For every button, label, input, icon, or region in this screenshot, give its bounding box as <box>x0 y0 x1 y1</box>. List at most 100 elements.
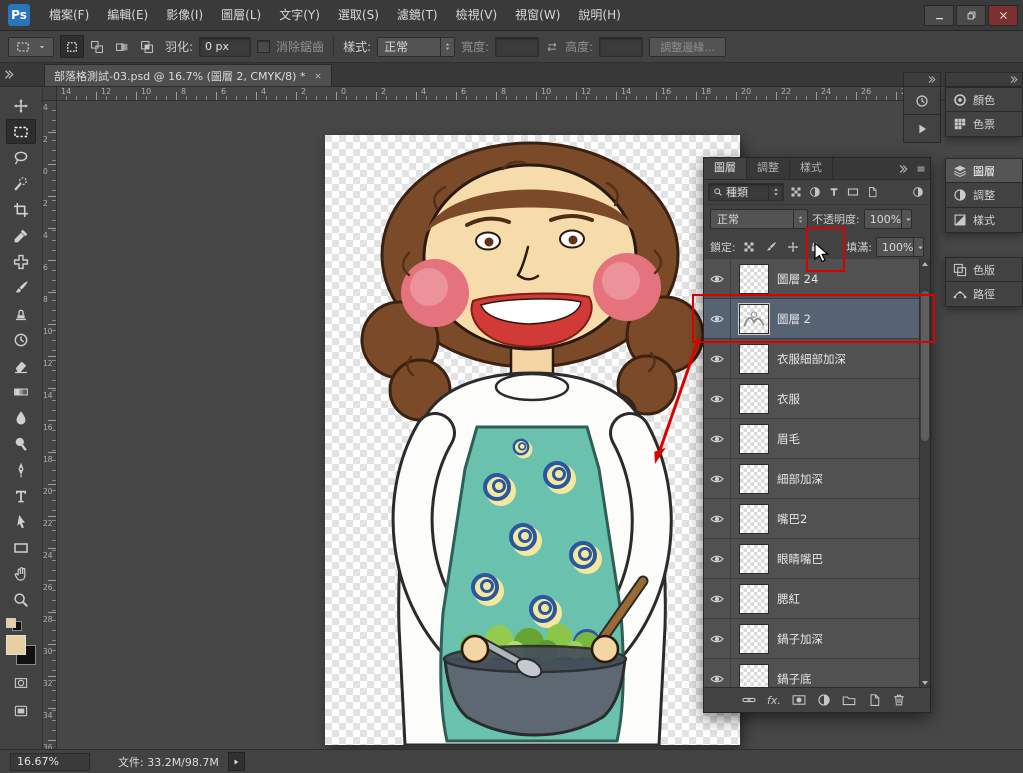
dock-button-swatches[interactable]: 色票 <box>945 112 1023 137</box>
menu-help[interactable]: 說明(H) <box>569 1 629 30</box>
scroll-up-icon[interactable] <box>920 259 930 269</box>
layer-visibility-eye-icon[interactable] <box>704 539 731 578</box>
new-layer-icon[interactable] <box>867 693 881 707</box>
layer-thumbnail[interactable] <box>739 264 769 294</box>
history-brush-tool[interactable] <box>6 327 36 352</box>
rectangular-marquee-tool[interactable] <box>6 119 36 144</box>
crop-tool[interactable] <box>6 197 36 222</box>
rectangle-tool[interactable] <box>6 535 36 560</box>
document-tab[interactable]: 部落格測試-03.psd @ 16.7% (圖層 2, CMYK/8) * <box>44 64 332 86</box>
document-canvas[interactable] <box>325 135 740 745</box>
layer-row[interactable]: 圖層 2 <box>704 299 930 339</box>
layer-visibility-eye-icon[interactable] <box>704 579 731 618</box>
screen-mode-button[interactable] <box>7 700 35 722</box>
layer-style-fx-button[interactable]: fx. <box>767 694 781 707</box>
dock-button-adjustments[interactable]: 調整 <box>945 183 1023 208</box>
menu-layer[interactable]: 圖層(L) <box>212 1 270 30</box>
layer-thumbnail[interactable] <box>739 424 769 454</box>
restore-button[interactable] <box>956 5 986 26</box>
type-layer-filter-icon[interactable] <box>825 184 842 201</box>
layer-mask-icon[interactable] <box>792 693 806 707</box>
layer-thumbnail[interactable] <box>739 584 769 614</box>
status-flyout-button[interactable] <box>228 752 245 771</box>
dodge-tool[interactable] <box>6 431 36 456</box>
layer-visibility-eye-icon[interactable] <box>704 619 731 658</box>
dock-collapse-header[interactable] <box>945 72 1023 87</box>
fill-dropdown[interactable]: 100% <box>876 237 924 257</box>
menu-type[interactable]: 文字(Y) <box>270 1 329 30</box>
layer-row[interactable]: 圖層 24 <box>704 259 930 299</box>
minimize-button[interactable] <box>924 5 954 26</box>
dock-button-styles[interactable]: 樣式 <box>945 208 1023 233</box>
lock-position-icon[interactable] <box>784 238 802 256</box>
antialias-checkbox[interactable] <box>257 40 270 53</box>
layer-row[interactable]: 細部加深 <box>704 459 930 499</box>
quick-selection-tool[interactable] <box>6 171 36 196</box>
menu-file[interactable]: 檔案(F) <box>40 1 98 30</box>
link-layers-icon[interactable] <box>742 693 756 707</box>
blend-mode-dropdown[interactable]: 正常 <box>710 209 808 229</box>
panel-tab-1[interactable]: 調整 <box>747 158 790 179</box>
layer-visibility-eye-icon[interactable] <box>704 299 731 338</box>
layer-row[interactable]: 衣服 <box>704 379 930 419</box>
quick-mask-button[interactable] <box>7 672 35 694</box>
menu-window[interactable]: 視窗(W) <box>506 1 569 30</box>
swap-dimensions-icon[interactable] <box>545 40 559 54</box>
layer-visibility-eye-icon[interactable] <box>704 259 731 298</box>
layer-thumbnail[interactable] <box>739 384 769 414</box>
dock-button-color[interactable]: 顏色 <box>945 87 1023 112</box>
opacity-dropdown[interactable]: 100% <box>864 209 912 229</box>
move-tool[interactable] <box>6 93 36 118</box>
mini-color-swatches[interactable] <box>6 618 22 631</box>
type-tool[interactable] <box>6 483 36 508</box>
layer-group-icon[interactable] <box>842 693 856 707</box>
layer-thumbnail[interactable] <box>739 344 769 374</box>
actions-panel-icon[interactable] <box>903 115 941 143</box>
dock-button-paths[interactable]: 路徑 <box>945 282 1023 307</box>
layer-row[interactable]: 眉毛 <box>704 419 930 459</box>
style-dropdown[interactable]: 正常 <box>377 37 455 57</box>
layer-thumbnail[interactable] <box>739 544 769 574</box>
add-selection-icon[interactable] <box>85 35 109 58</box>
filter-toggle-icon[interactable] <box>909 184 926 201</box>
scrollbar-thumb[interactable] <box>921 291 929 441</box>
layer-visibility-eye-icon[interactable] <box>704 459 731 498</box>
layer-row[interactable]: 衣服細部加深 <box>704 339 930 379</box>
zoom-tool[interactable] <box>6 587 36 612</box>
adjustment-layer-filter-icon[interactable] <box>806 184 823 201</box>
blur-tool[interactable] <box>6 405 36 430</box>
close-button[interactable] <box>988 5 1018 26</box>
layer-visibility-eye-icon[interactable] <box>704 339 731 378</box>
path-selection-tool[interactable] <box>6 509 36 534</box>
foreground-color-swatch[interactable] <box>6 635 26 655</box>
dock-button-channels[interactable]: 色版 <box>945 257 1023 282</box>
layer-row[interactable]: 腮紅 <box>704 579 930 619</box>
shape-layer-filter-icon[interactable] <box>844 184 861 201</box>
intersect-selection-icon[interactable] <box>135 35 159 58</box>
toolbar-collapse-icon[interactable] <box>3 66 21 82</box>
menu-filter[interactable]: 濾鏡(T) <box>388 1 447 30</box>
lock-image-pixels-icon[interactable] <box>762 238 780 256</box>
hand-tool[interactable] <box>6 561 36 586</box>
pen-tool[interactable] <box>6 457 36 482</box>
dock-collapse-header[interactable] <box>903 72 941 87</box>
layer-visibility-eye-icon[interactable] <box>704 499 731 538</box>
subtract-selection-icon[interactable] <box>110 35 134 58</box>
layer-thumbnail[interactable] <box>739 624 769 654</box>
panel-collapse-icon[interactable] <box>894 158 912 179</box>
layer-row[interactable]: 嘴巴2 <box>704 499 930 539</box>
layer-filter-kind-dropdown[interactable]: 種類 <box>708 183 784 201</box>
healing-brush-tool[interactable] <box>6 249 36 274</box>
history-panel-icon[interactable] <box>903 87 941 115</box>
panel-tab-2[interactable]: 樣式 <box>790 158 833 179</box>
eraser-tool[interactable] <box>6 353 36 378</box>
lasso-tool[interactable] <box>6 145 36 170</box>
layer-visibility-eye-icon[interactable] <box>704 379 731 418</box>
layer-row[interactable]: 鍋子底 <box>704 659 930 688</box>
adjustment-layer-icon[interactable] <box>817 693 831 707</box>
menu-image[interactable]: 影像(I) <box>157 1 212 30</box>
panel-tab-0[interactable]: 圖層 <box>704 158 747 179</box>
layer-thumbnail[interactable] <box>739 304 769 334</box>
gradient-tool[interactable] <box>6 379 36 404</box>
layer-thumbnail[interactable] <box>739 464 769 494</box>
